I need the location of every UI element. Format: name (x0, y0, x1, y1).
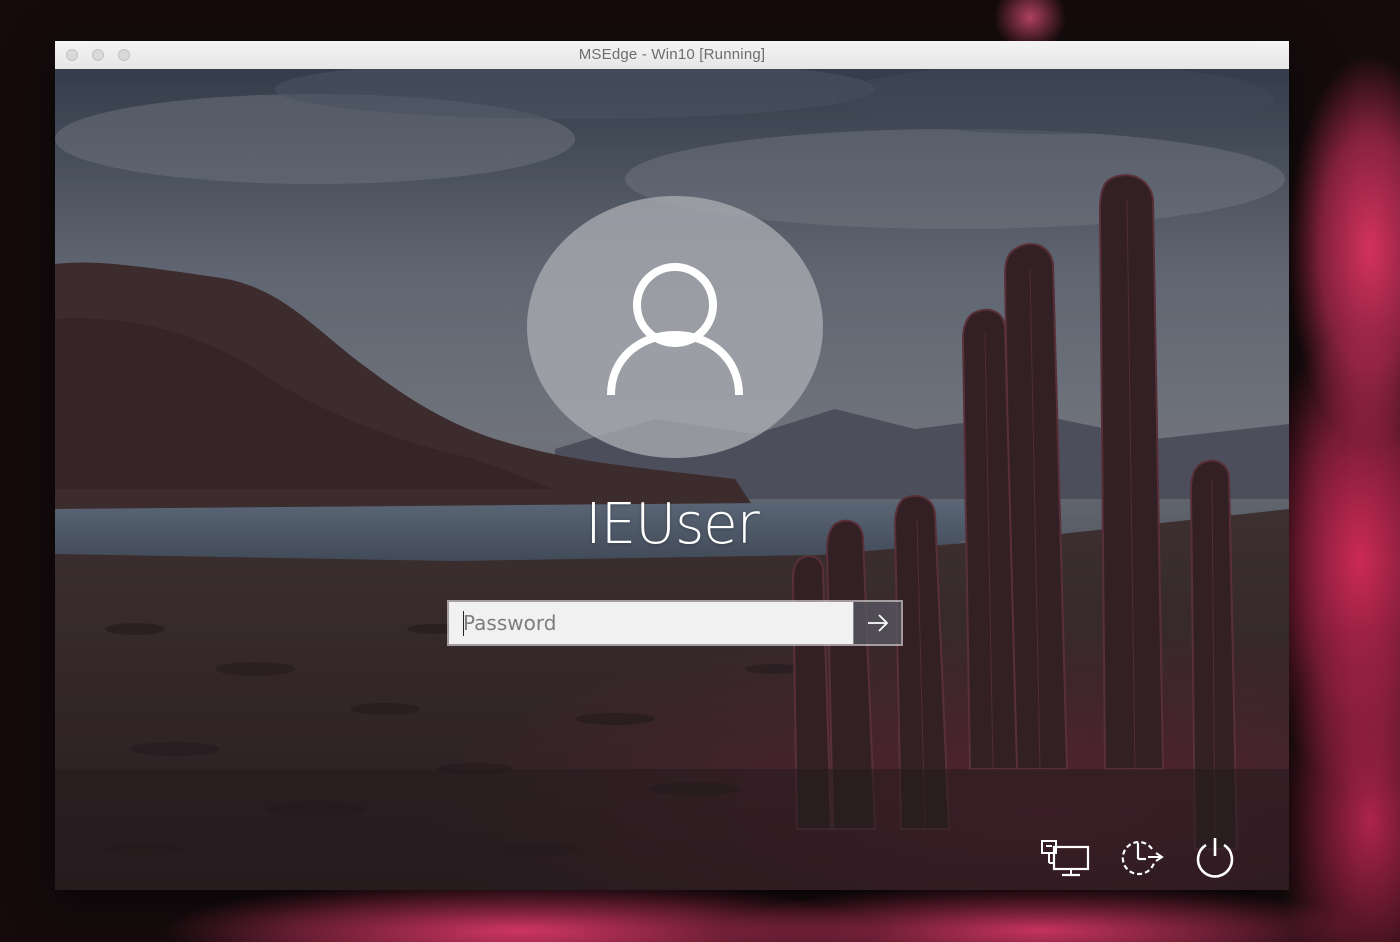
lock-screen: IEUser (55, 69, 1289, 890)
user-icon (607, 263, 743, 396)
power-button[interactable] (1187, 833, 1243, 881)
username-label: IEUser (585, 492, 760, 557)
network-button[interactable] (1038, 833, 1094, 881)
user-avatar (527, 196, 823, 458)
window-title: MSEdge - Win10 [Running] (578, 46, 766, 63)
ease-of-access-icon (1121, 840, 1164, 876)
password-input[interactable] (449, 602, 853, 644)
window-titlebar[interactable]: MSEdge - Win10 [Running] (55, 41, 1289, 70)
scene-dim-overlay (55, 69, 1289, 890)
network-icon (1041, 840, 1090, 877)
power-icon (1196, 838, 1234, 878)
vm-window: MSEdge - Win10 [Running] IEUser (55, 41, 1289, 890)
ease-of-access-button[interactable] (1113, 833, 1169, 881)
text-caret (463, 611, 464, 636)
arrow-right-icon (867, 614, 888, 632)
password-box (447, 600, 903, 646)
submit-password-button[interactable] (853, 602, 901, 644)
